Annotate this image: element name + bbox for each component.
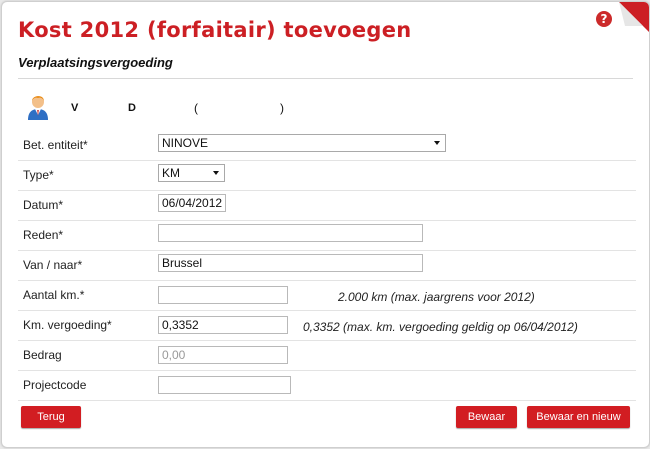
- user-initial-v: V: [71, 102, 79, 114]
- user-info: V D ( ): [18, 92, 618, 122]
- page-corner-icon: [619, 2, 649, 32]
- row-bedrag: Bedrag: [18, 340, 636, 371]
- row-type: Type* KM: [18, 160, 636, 191]
- projectcode-label: Projectcode: [23, 378, 87, 392]
- van-naar-label: Van / naar*: [23, 258, 83, 272]
- bedrag-input: [158, 346, 288, 364]
- dialog-title: Kost 2012 (forfaitair) toevoegen: [18, 18, 412, 42]
- reden-label: Reden*: [23, 228, 64, 242]
- back-button[interactable]: Terug: [21, 406, 81, 428]
- section-title: Verplaatsingsvergoeding: [18, 55, 173, 70]
- bet-entiteit-select[interactable]: NINOVE: [158, 134, 446, 152]
- van-naar-input[interactable]: [158, 254, 423, 272]
- user-initial-d: D: [128, 102, 136, 114]
- add-cost-dialog: Kost 2012 (forfaitair) toevoegen ? Verpl…: [1, 1, 650, 448]
- aantal-km-hint: 2.000 km (max. jaargrens voor 2012): [338, 290, 535, 304]
- section-divider: [18, 78, 633, 79]
- reden-input[interactable]: [158, 224, 423, 242]
- save-button[interactable]: Bewaar: [456, 406, 517, 428]
- aantal-km-input[interactable]: [158, 286, 288, 304]
- help-icon[interactable]: ?: [596, 11, 612, 27]
- user-avatar-icon: [26, 92, 50, 120]
- bet-entiteit-label: Bet. entiteit*: [23, 138, 88, 152]
- user-paren-open: (: [194, 101, 198, 115]
- user-paren-close: ): [280, 101, 284, 115]
- projectcode-input[interactable]: [158, 376, 291, 394]
- bet-entiteit-value: NINOVE: [162, 136, 209, 150]
- datum-input[interactable]: [158, 194, 226, 212]
- chevron-down-icon: [213, 171, 219, 175]
- type-select[interactable]: KM: [158, 164, 225, 182]
- row-bet-entiteit: Bet. entiteit* NINOVE: [18, 130, 636, 161]
- km-vergoeding-input[interactable]: [158, 316, 288, 334]
- row-van-naar: Van / naar*: [18, 250, 636, 281]
- km-vergoeding-hint: 0,3352 (max. km. vergoeding geldig op 06…: [303, 320, 578, 334]
- type-label: Type*: [23, 168, 54, 182]
- km-vergoeding-label: Km. vergoeding*: [23, 318, 112, 332]
- save-and-new-button[interactable]: Bewaar en nieuw: [527, 406, 630, 428]
- row-aantal-km: Aantal km.* 2.000 km (max. jaargrens voo…: [18, 280, 636, 311]
- datum-label: Datum*: [23, 198, 64, 212]
- row-projectcode: Projectcode: [18, 370, 636, 401]
- row-datum: Datum*: [18, 190, 636, 221]
- type-value: KM: [162, 166, 180, 180]
- row-reden: Reden*: [18, 220, 636, 251]
- bedrag-label: Bedrag: [23, 348, 62, 362]
- chevron-down-icon: [434, 141, 440, 145]
- aantal-km-label: Aantal km.*: [23, 288, 85, 302]
- row-km-vergoeding: Km. vergoeding* 0,3352 (max. km. vergoed…: [18, 310, 636, 341]
